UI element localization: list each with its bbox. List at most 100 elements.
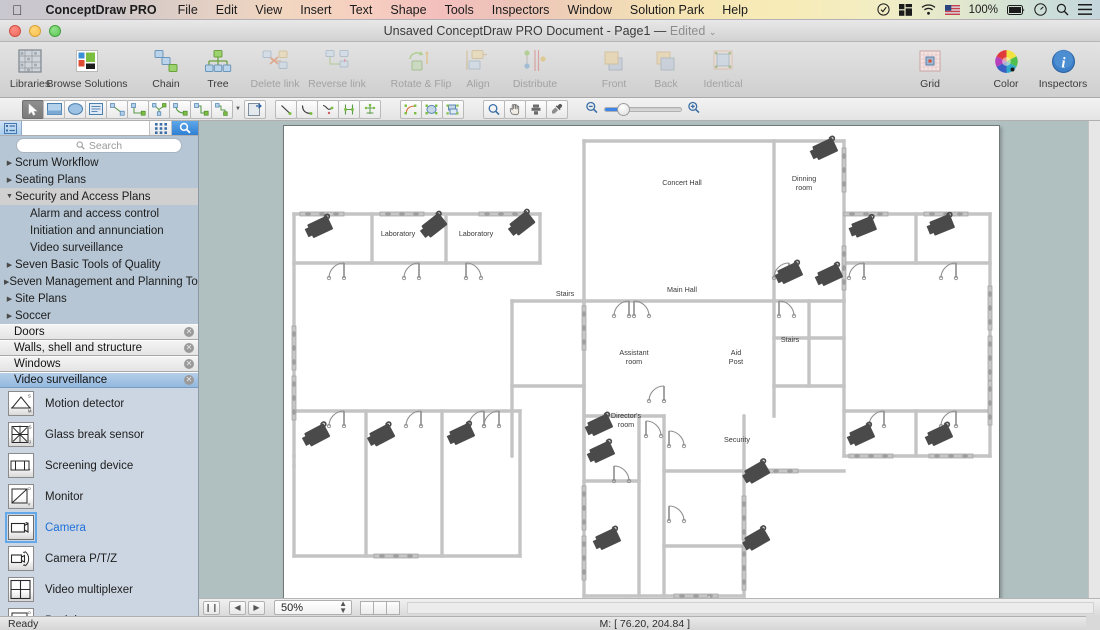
library-header-walls-shell-and-structure[interactable]: Walls, shell and structure ✕ bbox=[0, 340, 198, 356]
floor-plan-drawing[interactable] bbox=[284, 126, 1000, 610]
line-tool[interactable] bbox=[275, 100, 297, 119]
search-icon[interactable] bbox=[1056, 3, 1069, 16]
zoom-slider-thumb[interactable] bbox=[617, 103, 630, 116]
zoom-level-combobox[interactable]: 50% ▲▼ bbox=[274, 600, 352, 615]
arc-tool[interactable] bbox=[296, 100, 318, 119]
polyline-tool[interactable] bbox=[338, 100, 360, 119]
tree-item-seven-basic-tools-of-quality[interactable]: ▶Seven Basic Tools of Quality bbox=[0, 256, 198, 273]
checkmark-circle-icon[interactable] bbox=[877, 3, 890, 16]
ellipse-tool[interactable] bbox=[64, 100, 86, 119]
battery-percent-label[interactable]: 100% bbox=[969, 4, 998, 16]
pointer-tool[interactable] bbox=[22, 100, 44, 119]
menu-edit[interactable]: Edit bbox=[207, 3, 247, 17]
continuous-view-button[interactable] bbox=[386, 601, 400, 615]
format-painter-tool[interactable] bbox=[525, 100, 547, 119]
library-header-windows[interactable]: Windows ✕ bbox=[0, 356, 198, 372]
app-name-menu[interactable]: ConceptDraw PRO bbox=[34, 3, 169, 17]
grid-squares-icon[interactable] bbox=[899, 4, 912, 16]
next-page-icon[interactable]: ▶ bbox=[248, 601, 265, 615]
tree-item-seating-plans[interactable]: ▶Seating Plans bbox=[0, 171, 198, 188]
crop-tool[interactable] bbox=[421, 100, 443, 119]
hand-pan-tool[interactable] bbox=[504, 100, 526, 119]
library-header-video-surveillance[interactable]: Video surveillance ✕ bbox=[0, 372, 198, 388]
edit-points-tool[interactable] bbox=[400, 100, 422, 119]
battery-icon[interactable] bbox=[1007, 5, 1025, 15]
toolbar-tree-button[interactable]: Tree bbox=[192, 42, 244, 90]
wifi-icon[interactable] bbox=[921, 4, 936, 15]
library-filter-input[interactable] bbox=[22, 121, 150, 135]
text-block-tool[interactable] bbox=[85, 100, 107, 119]
zoom-tool[interactable] bbox=[483, 100, 505, 119]
disclosure-triangle-icon[interactable]: ▶ bbox=[4, 295, 15, 303]
stepper-icon[interactable]: ▲▼ bbox=[339, 601, 347, 615]
shape-list[interactable]: SM Motion detector SJ Glass break sensor… bbox=[0, 388, 198, 630]
elbow-connector-tool[interactable] bbox=[127, 100, 149, 119]
tree-item-soccer[interactable]: ▶Soccer bbox=[0, 307, 198, 324]
document-page[interactable]: Concert Hall Dinning room Main Hall Labo… bbox=[283, 125, 1000, 610]
straight-connector-tool[interactable] bbox=[106, 100, 128, 119]
grid-view-icon[interactable] bbox=[150, 121, 172, 135]
menu-help[interactable]: Help bbox=[713, 3, 757, 17]
library-list-icon[interactable] bbox=[0, 121, 22, 135]
us-flag-icon[interactable] bbox=[945, 5, 960, 15]
rectangle-tool[interactable] bbox=[43, 100, 65, 119]
single-page-view-button[interactable] bbox=[360, 601, 374, 615]
close-window-button[interactable] bbox=[9, 25, 21, 37]
apple-menu-icon[interactable]:  bbox=[0, 3, 34, 17]
eyedropper-tool[interactable] bbox=[546, 100, 568, 119]
menu-insert[interactable]: Insert bbox=[291, 3, 340, 17]
toolbar-browse-solutions-button[interactable]: Browse Solutions bbox=[56, 42, 118, 90]
disclosure-triangle-icon[interactable]: ▶ bbox=[4, 159, 15, 167]
tree-item-initiation-and-annunciation[interactable]: Initiation and annunciation bbox=[0, 222, 198, 239]
menu-inspectors[interactable]: Inspectors bbox=[483, 3, 559, 17]
close-icon[interactable]: ✕ bbox=[184, 359, 194, 369]
clock-icon[interactable] bbox=[1034, 3, 1047, 16]
shape-monitor[interactable]: OV Monitor bbox=[0, 481, 198, 512]
close-icon[interactable]: ✕ bbox=[184, 375, 194, 385]
tree-item-alarm-and-access-control[interactable]: Alarm and access control bbox=[0, 205, 198, 222]
tree-item-seven-management-and-planning-tools[interactable]: ▶Seven Management and Planning Tools bbox=[0, 273, 198, 290]
minimize-window-button[interactable] bbox=[29, 25, 41, 37]
disclosure-triangle-open-icon[interactable]: ▼ bbox=[4, 193, 15, 200]
zoom-slider-track[interactable] bbox=[604, 107, 682, 112]
library-search-icon[interactable] bbox=[172, 121, 198, 135]
shape-screening-device[interactable]: Screening device bbox=[0, 450, 198, 481]
toolbar-color-button[interactable]: Color bbox=[980, 42, 1032, 90]
chevron-down-icon[interactable]: ⌄ bbox=[709, 27, 717, 37]
toolbar-chain-button[interactable]: Chain bbox=[140, 42, 192, 90]
vertical-scrollbar[interactable] bbox=[1088, 121, 1100, 630]
menu-window[interactable]: Window bbox=[558, 3, 620, 17]
disclosure-triangle-icon[interactable]: ▶ bbox=[4, 176, 15, 184]
transform-tool[interactable] bbox=[442, 100, 464, 119]
curve-connector-tool[interactable] bbox=[169, 100, 191, 119]
prev-page-icon[interactable]: ◀ bbox=[229, 601, 246, 615]
tree-item-security-and-access-plans[interactable]: ▼Security and Access Plans bbox=[0, 188, 198, 205]
tree-item-scrum-workflow[interactable]: ▶Scrum Workflow bbox=[0, 154, 198, 171]
shape-camera[interactable]: Camera bbox=[0, 512, 198, 543]
zoom-in-icon[interactable] bbox=[687, 101, 701, 117]
menu-shape[interactable]: Shape bbox=[381, 3, 435, 17]
tree-item-site-plans[interactable]: ▶Site Plans bbox=[0, 290, 198, 307]
list-icon[interactable] bbox=[1078, 4, 1092, 15]
zoom-out-icon[interactable] bbox=[585, 101, 599, 117]
menu-file[interactable]: File bbox=[169, 3, 207, 17]
horizontal-scrollbar[interactable] bbox=[407, 602, 1094, 614]
shape-camera-ptz[interactable]: Camera P/T/Z bbox=[0, 543, 198, 574]
menu-tools[interactable]: Tools bbox=[436, 3, 483, 17]
pause-icon[interactable]: ❙❙ bbox=[203, 601, 220, 615]
close-icon[interactable]: ✕ bbox=[184, 343, 194, 353]
resize-grip[interactable] bbox=[1086, 616, 1100, 630]
canvas-area[interactable]: Concert Hall Dinning room Main Hall Labo… bbox=[199, 121, 1100, 630]
connector-dropdown-caret-icon[interactable]: ▼ bbox=[232, 106, 244, 112]
shape-video-multiplexer[interactable]: Video multiplexer bbox=[0, 574, 198, 605]
freeform-tool[interactable] bbox=[359, 100, 381, 119]
menu-text[interactable]: Text bbox=[340, 3, 381, 17]
library-header-doors[interactable]: Doors ✕ bbox=[0, 324, 198, 340]
shape-glass-break-sensor[interactable]: SJ Glass break sensor bbox=[0, 419, 198, 450]
toolbar-inspectors-button[interactable]: i Inspectors bbox=[1032, 42, 1094, 90]
search-input[interactable]: Search bbox=[16, 138, 182, 153]
disclosure-triangle-icon[interactable]: ▶ bbox=[4, 261, 15, 269]
menu-view[interactable]: View bbox=[246, 3, 291, 17]
multi-connector-tool[interactable] bbox=[211, 100, 233, 119]
shape-motion-detector[interactable]: SM Motion detector bbox=[0, 388, 198, 419]
